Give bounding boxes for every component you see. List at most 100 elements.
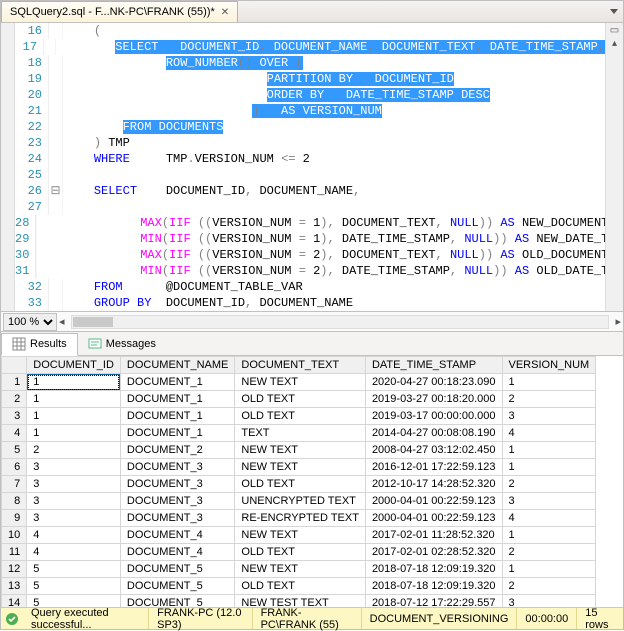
line-content[interactable]: WHERE TMP.VERSION_NUM <= 2	[63, 151, 605, 167]
cell[interactable]: 1	[27, 408, 121, 425]
code-line[interactable]: 26⊟ SELECT DOCUMENT_ID, DOCUMENT_NAME,	[15, 183, 605, 199]
cell[interactable]: 5	[27, 578, 121, 595]
cell[interactable]: 5	[27, 595, 121, 608]
cell[interactable]: 1	[502, 442, 596, 459]
code-line[interactable]: 22 FROM DOCUMENTS	[15, 119, 605, 135]
cell[interactable]: NEW TEXT	[235, 561, 366, 578]
cell[interactable]: NEW TEST TEXT	[235, 595, 366, 608]
cell[interactable]: 2014-04-27 00:08:08.190	[365, 425, 502, 442]
column-header[interactable]: DATE_TIME_STAMP	[365, 357, 502, 374]
cell[interactable]: 2019-03-17 00:00:00.000	[365, 408, 502, 425]
line-content[interactable]: FROM DOCUMENTS	[63, 119, 605, 135]
column-header[interactable]: DOCUMENT_NAME	[120, 357, 234, 374]
cell[interactable]: OLD TEXT	[235, 476, 366, 493]
code-line[interactable]: 32 FROM @DOCUMENT_TABLE_VAR	[15, 279, 605, 295]
row-number[interactable]: 14	[2, 595, 27, 608]
code-line[interactable]: 17 SELECT DOCUMENT_ID, DOCUMENT_NAME, DO…	[15, 39, 605, 55]
zoom-select[interactable]: 100 %	[3, 313, 57, 331]
table-row[interactable]: 135DOCUMENT_5OLD TEXT2018-07-18 12:09:19…	[2, 578, 596, 595]
cell[interactable]: 2018-07-18 12:09:19.320	[365, 561, 502, 578]
row-number[interactable]: 13	[2, 578, 27, 595]
cell[interactable]: TEXT	[235, 425, 366, 442]
tab-messages[interactable]: Messages	[78, 332, 166, 355]
table-row[interactable]: 83DOCUMENT_3UNENCRYPTED TEXT2000-04-01 0…	[2, 493, 596, 510]
cell[interactable]: RE-ENCRYPTED TEXT	[235, 510, 366, 527]
cell[interactable]: DOCUMENT_1	[120, 425, 234, 442]
table-row[interactable]: 11DOCUMENT_1NEW TEXT2020-04-27 00:18:23.…	[2, 374, 596, 391]
table-row[interactable]: 145DOCUMENT_5NEW TEST TEXT2018-07-12 17:…	[2, 595, 596, 608]
scroll-up-icon[interactable]: ▴	[612, 38, 617, 49]
code-line[interactable]: 30 MAX(IIF ((VERSION_NUM = 2), DOCUMENT_…	[15, 247, 605, 263]
line-content[interactable]	[63, 167, 605, 183]
cell[interactable]: DOCUMENT_5	[120, 578, 234, 595]
cell[interactable]: 1	[27, 391, 121, 408]
code-line[interactable]: 16 (	[15, 23, 605, 39]
cell[interactable]: 2008-04-27 03:12:02.450	[365, 442, 502, 459]
table-row[interactable]: 125DOCUMENT_5NEW TEXT2018-07-18 12:09:19…	[2, 561, 596, 578]
table-row[interactable]: 63DOCUMENT_3NEW TEXT2016-12-01 17:22:59.…	[2, 459, 596, 476]
cell[interactable]: 3	[27, 493, 121, 510]
column-header[interactable]: DOCUMENT_ID	[27, 357, 121, 374]
code-editor[interactable]: 16 (17 SELECT DOCUMENT_ID, DOCUMENT_NAME…	[1, 23, 623, 312]
row-number[interactable]: 3	[2, 408, 27, 425]
cell[interactable]: DOCUMENT_3	[120, 493, 234, 510]
table-row[interactable]: 104DOCUMENT_4NEW TEXT2017-02-01 11:28:52…	[2, 527, 596, 544]
close-icon[interactable]: ✕	[221, 7, 229, 18]
cell[interactable]: DOCUMENT_4	[120, 544, 234, 561]
cell[interactable]: DOCUMENT_1	[120, 374, 234, 391]
cell[interactable]: DOCUMENT_5	[120, 561, 234, 578]
cell[interactable]: 4	[27, 527, 121, 544]
cell[interactable]: NEW TEXT	[235, 374, 366, 391]
scrollbar-thumb[interactable]	[73, 317, 113, 327]
cell[interactable]: UNENCRYPTED TEXT	[235, 493, 366, 510]
cell[interactable]: 3	[502, 408, 596, 425]
cell[interactable]: NEW TEXT	[235, 527, 366, 544]
cell[interactable]: 2000-04-01 00:22:59.123	[365, 493, 502, 510]
cell[interactable]: 3	[27, 476, 121, 493]
cell[interactable]: 2	[502, 578, 596, 595]
cell[interactable]: DOCUMENT_4	[120, 527, 234, 544]
code-line[interactable]: 23 ) TMP	[15, 135, 605, 151]
cell[interactable]: OLD TEXT	[235, 408, 366, 425]
row-number[interactable]: 10	[2, 527, 27, 544]
cell[interactable]: DOCUMENT_1	[120, 391, 234, 408]
cell[interactable]: 2017-02-01 02:28:52.320	[365, 544, 502, 561]
tab-results[interactable]: Results	[1, 333, 78, 356]
row-number[interactable]: 8	[2, 493, 27, 510]
cell[interactable]: 3	[27, 459, 121, 476]
code-line[interactable]: 28 MAX(IIF ((VERSION_NUM = 1), DOCUMENT_…	[15, 215, 605, 231]
line-content[interactable]: MAX(IIF ((VERSION_NUM = 2), DOCUMENT_TEX…	[37, 247, 605, 263]
row-number[interactable]: 6	[2, 459, 27, 476]
table-row[interactable]: 52DOCUMENT_2NEW TEXT2008-04-27 03:12:02.…	[2, 442, 596, 459]
table-row[interactable]: 21DOCUMENT_1OLD TEXT2019-03-27 00:18:20.…	[2, 391, 596, 408]
row-number[interactable]: 2	[2, 391, 27, 408]
cell[interactable]: 3	[27, 510, 121, 527]
cell[interactable]: DOCUMENT_1	[120, 408, 234, 425]
line-content[interactable]: ) TMP	[63, 135, 605, 151]
split-icon[interactable]: ▭	[610, 25, 619, 36]
cell[interactable]: 1	[27, 374, 121, 391]
row-number[interactable]: 5	[2, 442, 27, 459]
cell[interactable]: 1	[502, 527, 596, 544]
line-content[interactable]: GROUP BY DOCUMENT_ID, DOCUMENT_NAME	[63, 295, 605, 311]
line-content[interactable]: MIN(IIF ((VERSION_NUM = 2), DATE_TIME_ST…	[37, 263, 605, 279]
line-content[interactable]: MAX(IIF ((VERSION_NUM = 1), DOCUMENT_TEX…	[37, 215, 605, 231]
cell[interactable]: 2019-03-27 00:18:20.000	[365, 391, 502, 408]
column-header[interactable]: VERSION_NUM	[502, 357, 596, 374]
cell[interactable]: 2	[502, 391, 596, 408]
cell[interactable]: DOCUMENT_3	[120, 476, 234, 493]
line-content[interactable]: ROW_NUMBER() OVER (	[63, 55, 605, 71]
row-number[interactable]: 9	[2, 510, 27, 527]
code-line[interactable]: 33 GROUP BY DOCUMENT_ID, DOCUMENT_NAME	[15, 295, 605, 311]
cell[interactable]: 2018-07-12 17:22:29.557	[365, 595, 502, 608]
line-content[interactable]	[63, 199, 605, 215]
cell[interactable]: 3	[502, 595, 596, 608]
horizontal-scrollbar[interactable]	[71, 315, 610, 329]
cell[interactable]: 5	[27, 561, 121, 578]
cell[interactable]: 1	[502, 374, 596, 391]
tab-overflow-menu[interactable]	[605, 1, 623, 22]
cell[interactable]: 2	[502, 476, 596, 493]
cell[interactable]: 4	[502, 425, 596, 442]
cell[interactable]: 2012-10-17 14:28:52.320	[365, 476, 502, 493]
line-content[interactable]: FROM @DOCUMENT_TABLE_VAR	[63, 279, 605, 295]
